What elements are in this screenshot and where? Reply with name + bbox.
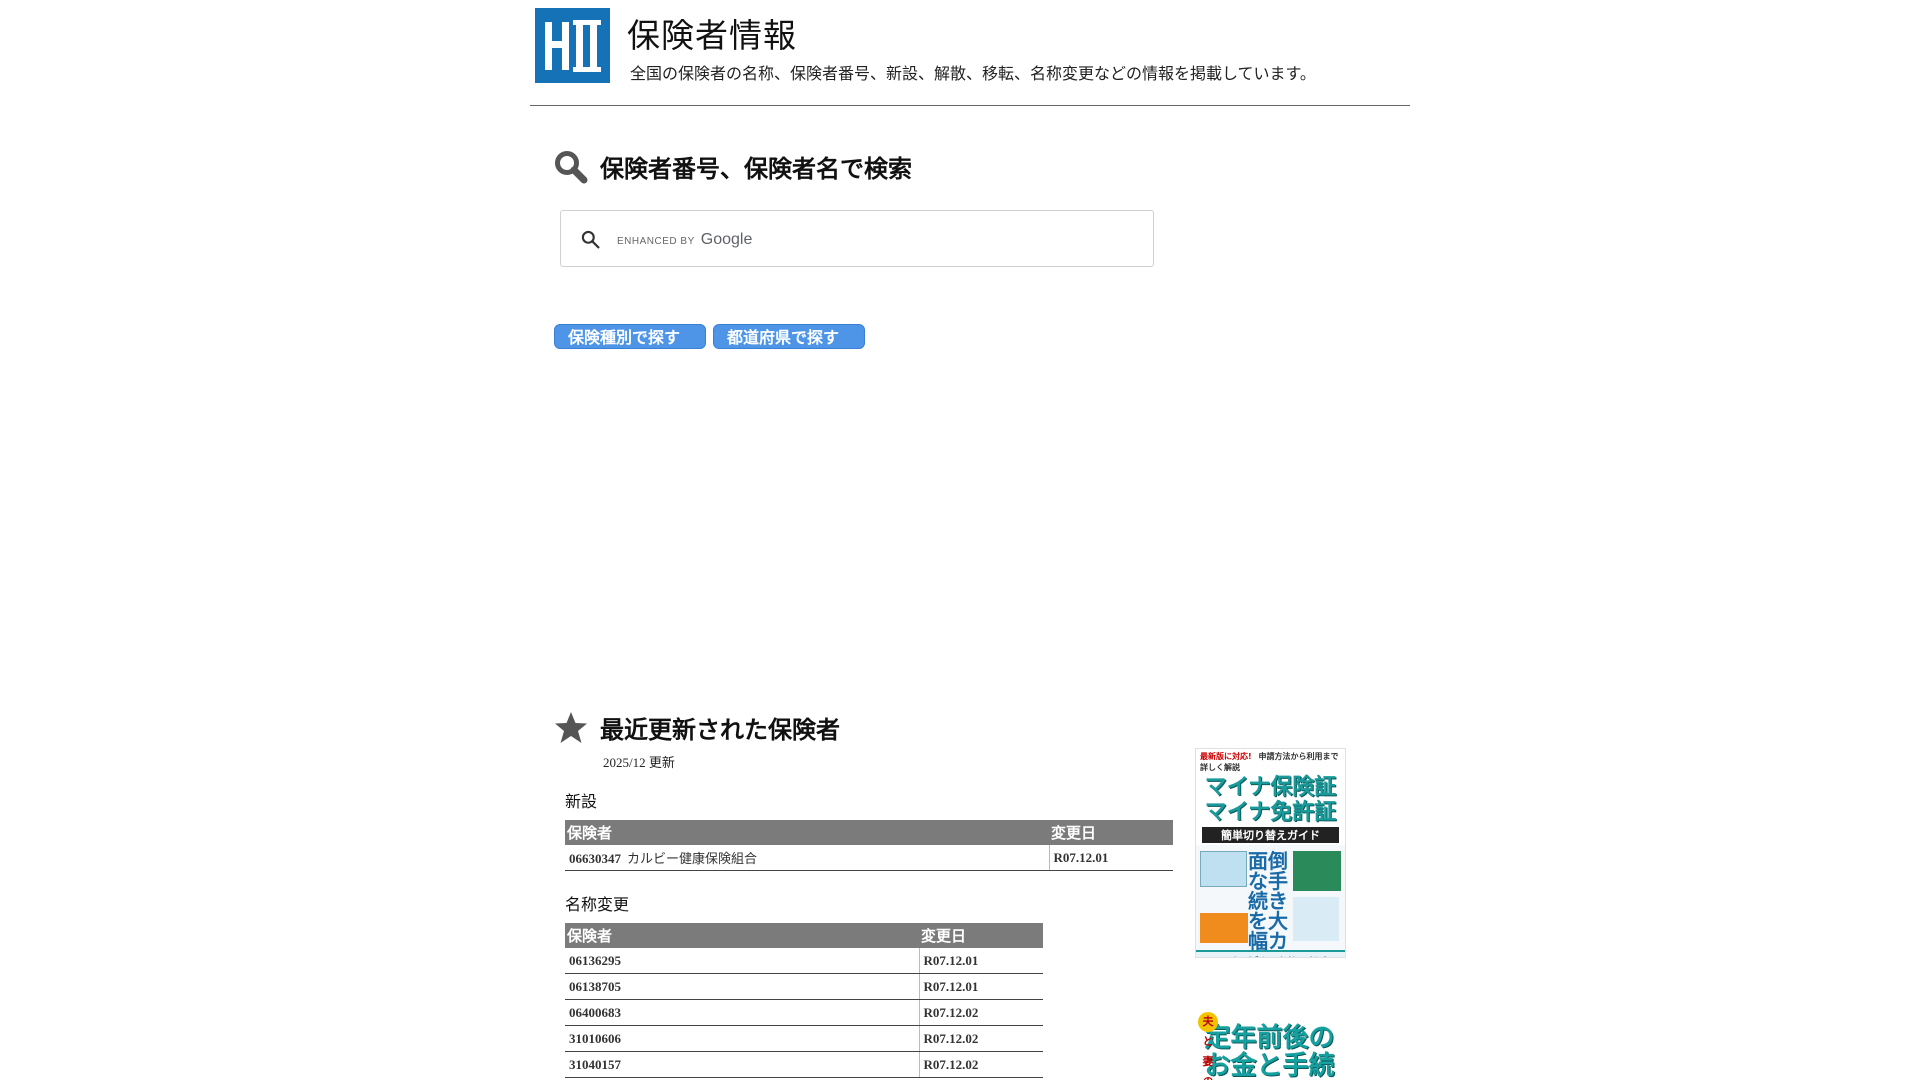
col-date: 変更日 [919,923,1043,948]
search-icon[interactable] [580,229,601,250]
page: 保険者情報 全国の保険者の名称、保険者番号、新設、解散、移転、名称変更などの情報… [530,0,1410,1080]
logo-mark-icon [535,8,610,83]
browse-by-type-button[interactable]: 保険種別で探す [554,324,706,349]
new-section-label: 新設 [565,792,598,811]
site-logo[interactable] [535,8,610,83]
search-heading: 保険者番号、保険者名で検索 [554,149,912,184]
google-search-box[interactable]: ENHANCED BY Google [560,210,1154,267]
table-row[interactable]: 06630347 カルビー健康保険組合 R07.12.01 [565,845,1173,871]
date-cell: R07.12.02 [919,1025,1043,1052]
table-row[interactable]: 31040157 R07.12.02 [565,1051,1043,1078]
browse-by-prefecture-button[interactable]: 都道府県で探す [713,324,865,349]
date-cell: R07.12.01 [919,973,1043,1000]
insurer-name[interactable]: カルビー健康保険組合 [627,852,757,867]
magnifier-icon [555,150,588,183]
insurer-code[interactable]: 31040157 [565,1051,920,1078]
insurer-code[interactable]: 06136295 [565,948,920,974]
book-title-line1: 定年前後の [1204,1023,1335,1053]
renamed-insurers-table: 保険者 変更日 06136295 R07.12.01 06138705 R07.… [565,923,1043,1078]
col-insurer: 保険者 [565,923,919,948]
new-insurers-table: 保険者 変更日 06630347 カルビー健康保険組合 R07.12.01 [565,820,1173,871]
header-divider [530,105,1410,106]
rename-section-label: 名称変更 [565,895,630,914]
book-title-line1: マイナ保険証 [1204,775,1337,800]
book-ad-retirement[interactable]: 夫と妻の 定年前後の お金と手続き [1195,978,1344,1080]
date-cell: R07.12.01 [1049,845,1173,871]
recent-heading-text: 最近更新された保険者 [600,716,840,744]
insurer-cell[interactable]: 06630347 カルビー健康保険組合 [565,845,1050,871]
book-subtitle: 簡単切り替えガイド [1202,827,1339,843]
book-big-text: 面倒な手続きを大幅カット! [1248,849,1288,957]
insurer-code[interactable]: 06138705 [565,973,920,1000]
table-row[interactable]: 06138705 R07.12.01 [565,973,1043,1000]
site-title[interactable]: 保険者情報 [627,9,797,57]
col-insurer: 保険者 [565,820,1049,845]
col-date: 変更日 [1049,820,1173,845]
updated-date: 2025/12 更新 [603,755,675,770]
info-panel [1293,851,1341,891]
date-cell: R07.12.01 [919,948,1043,974]
search-input[interactable] [613,225,1137,255]
book-badge: 夫と妻の [1198,1012,1218,1080]
book-ad-mynumber[interactable]: 最新版に対応! 申請方法から利用まで詳しく解説 マイナ保険証 マイナ免許証 簡単… [1195,748,1346,958]
table-row[interactable]: 06136295 R07.12.01 [565,948,1043,974]
date-cell: R07.12.02 [919,1051,1043,1078]
book-cover-art: 面倒な手続きを大幅カット! [1196,845,1345,957]
person-illustration [1293,897,1339,941]
insurer-code[interactable]: 06630347 [569,851,621,866]
table-row[interactable]: 06400683 R07.12.02 [565,999,1043,1026]
book-title-line2: マイナ免許証 [1204,800,1337,825]
star-icon [555,711,587,743]
orange-panel [1200,913,1248,943]
book-title-line2: お金と手続き [1204,1051,1335,1080]
book-tag-text: 最新版に対応! [1200,752,1252,761]
insurer-code[interactable]: 06400683 [565,999,920,1026]
book-tag: 最新版に対応! 申請方法から利用まで詳しく解説 [1196,749,1345,775]
table-row[interactable]: 31010606 R07.12.02 [565,1025,1043,1052]
site-description: 全国の保険者の名称、保険者番号、新設、解散、移転、名称変更などの情報を掲載してい… [630,64,1316,83]
card-illustration [1200,851,1247,887]
date-cell: R07.12.02 [919,999,1043,1026]
insurer-code[interactable]: 31010606 [565,1025,920,1052]
recent-heading: 最近更新された保険者 [554,710,840,745]
search-heading-text: 保険者番号、保険者名で検索 [600,155,912,183]
